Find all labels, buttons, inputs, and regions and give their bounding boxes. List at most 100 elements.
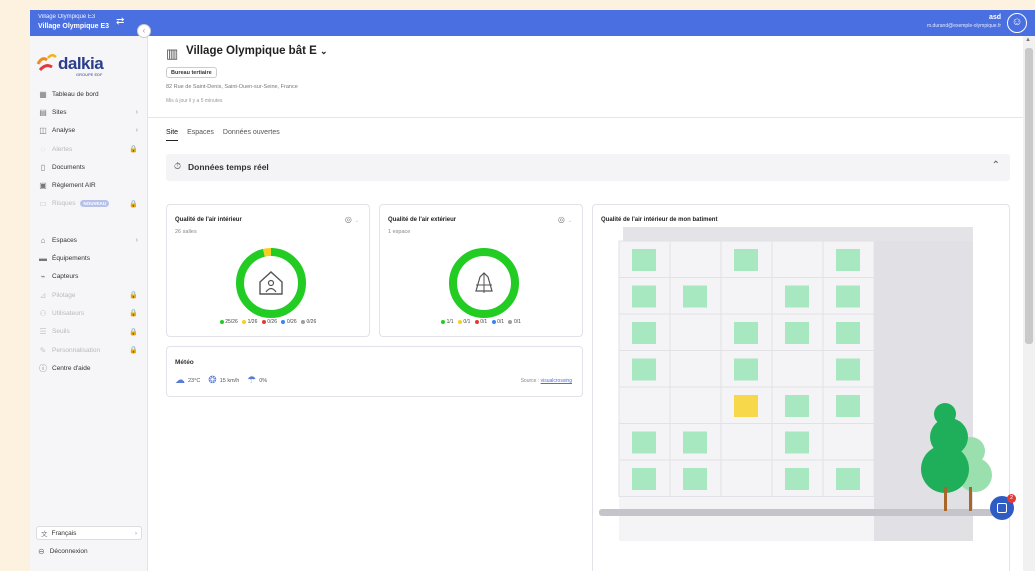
- rain-icon: ☂: [247, 375, 257, 386]
- language-selector[interactable]: 文 Français ›: [36, 526, 142, 540]
- sidebar-item-dashboard[interactable]: ▦ Tableau de bord: [34, 85, 142, 103]
- logout-button[interactable]: ⊖ Déconnexion: [36, 547, 142, 556]
- meteo-temp: 23°C: [188, 377, 201, 384]
- sidebar-item-utilisateurs: ⚇ Utilisateurs 🔒: [34, 304, 142, 322]
- help-icon: ⓘ: [39, 363, 47, 373]
- app-window: Village Olympique E3 Village Olympique E…: [30, 10, 1035, 571]
- window-good: [836, 322, 860, 344]
- legend-good: 1/1: [441, 319, 454, 325]
- chevron-right-icon: ›: [135, 127, 138, 135]
- person-head-icon: [267, 279, 275, 287]
- legend-bad: 0/26: [261, 319, 277, 325]
- sidebar-item-alertes: ◌ Alertes 🔒: [34, 140, 142, 158]
- sidebar-item-centre-aide[interactable]: ⓘ Centre d'aide: [34, 359, 142, 377]
- window-good: [836, 358, 860, 381]
- sidebar-item-label: Équipements: [52, 255, 90, 263]
- bell-icon: ◌: [40, 144, 46, 154]
- indoor-air-actions[interactable]: ◎ ⌄: [345, 215, 359, 224]
- ground-line: [599, 509, 997, 516]
- sidebar-item-label: Personnalisation: [52, 346, 101, 354]
- site-selector-line1[interactable]: Village Olympique E3: [38, 14, 95, 20]
- page-title[interactable]: Village Olympique bât E ⌄: [186, 45, 328, 57]
- window-good: [785, 285, 809, 308]
- chevron-down-icon: ⌄: [567, 218, 572, 224]
- dashboard-icon: ▦: [39, 89, 47, 99]
- sidebar-item-personnalisation: ✎ Personnalisation 🔒: [34, 341, 142, 359]
- legend-medium: 1/26: [242, 319, 257, 325]
- window-good: [632, 249, 656, 271]
- spaces-icon: ⌂: [40, 235, 46, 245]
- lock-icon: 🔒: [129, 347, 138, 354]
- chat-button[interactable]: 2: [990, 494, 1016, 520]
- window-good: [734, 249, 758, 271]
- lock-icon: 🔒: [129, 146, 138, 154]
- user-info[interactable]: asd m.durand@exemple-olympique.fr: [927, 14, 1001, 29]
- chat-notification-badge: 2: [1007, 494, 1016, 503]
- tab-espaces[interactable]: Espaces: [187, 129, 214, 141]
- collapse-sidebar-button[interactable]: ‹: [137, 24, 151, 38]
- sidebar-item-equipements[interactable]: ▬ Équipements: [34, 249, 142, 267]
- tab-site[interactable]: Site: [166, 129, 179, 141]
- indoor-air-legend: 25/26 1/26 0/26 0/26 0/26: [167, 319, 369, 325]
- sidebar-item-documents[interactable]: ▯ Documents: [34, 158, 142, 176]
- gauge-icon: ◎: [557, 215, 565, 224]
- legend-good: 25/26: [219, 319, 238, 325]
- stopwatch-icon: ⏱: [174, 161, 182, 171]
- sidebar-item-label: Utilisateurs: [52, 309, 85, 317]
- sidebar-item-analyse[interactable]: ◫ Analyse ›: [34, 122, 142, 140]
- legend-none: 0/26: [301, 319, 316, 325]
- threshold-icon: ☰: [39, 327, 47, 337]
- chevron-up-icon: ⌃: [991, 160, 1000, 171]
- sidebar-item-label: Espaces: [52, 236, 77, 244]
- lock-icon: 🔒: [129, 200, 138, 208]
- tree-front-trunk: [944, 487, 947, 511]
- divider: [148, 117, 1023, 118]
- outdoor-air-card: Qualité de l'air extérieur 1 espace ◎ ⌄ 1…: [379, 204, 583, 337]
- building-address: 82 Rue de Saint-Denis, Saint-Ouen-sur-Se…: [166, 84, 298, 90]
- monitor-icon: ▭: [39, 199, 47, 209]
- top-bar: Village Olympique E3 Village Olympique E…: [30, 10, 1035, 36]
- users-icon: ⚇: [39, 308, 47, 318]
- translate-icon: 文: [41, 531, 48, 538]
- outdoor-air-legend: 1/1 0/1 0/1 0/1 0/1: [380, 319, 582, 325]
- sidebar-item-label: Documents: [52, 163, 85, 171]
- sidebar-item-espaces[interactable]: ⌂ Espaces ›: [34, 231, 142, 249]
- realtime-label: Données temps réel: [188, 162, 269, 172]
- meteo-title: Météo: [175, 359, 194, 366]
- sensor-icon: ⌁: [40, 272, 46, 282]
- scrollbar[interactable]: ▲: [1023, 36, 1035, 571]
- user-avatar-icon[interactable]: ☺: [1007, 13, 1027, 33]
- sidebar-item-sites[interactable]: ▤ Sites ›: [34, 103, 142, 121]
- sidebar-item-label: Sites: [52, 108, 67, 116]
- site-selector-line2[interactable]: Village Olympique E3: [38, 23, 109, 30]
- customize-icon: ✎: [39, 345, 47, 355]
- tab-donnees-ouvertes[interactable]: Données ouvertes: [223, 129, 280, 141]
- scroll-up-icon[interactable]: ▲: [1025, 37, 1031, 43]
- sidebar-item-reglement-air[interactable]: ▣ Règlement AIR: [34, 176, 142, 194]
- logout-label: Déconnexion: [49, 548, 88, 555]
- analytics-icon: ◫: [39, 126, 47, 136]
- legend-info: 0/1: [491, 319, 504, 325]
- outdoor-air-subtitle: 1 espace: [388, 229, 411, 235]
- legend-none: 0/1: [508, 319, 521, 325]
- sidebar-item-label: Centre d'aide: [52, 364, 91, 372]
- window-good: [632, 285, 656, 308]
- nav-separator: [34, 213, 142, 231]
- indoor-air-card: Qualité de l'air intérieur 26 salles ◎ ⌄ …: [166, 204, 370, 337]
- building-illustration: [599, 227, 997, 541]
- tabs: Site Espaces Données ouvertes: [166, 129, 280, 141]
- gauge-icon: ◎: [344, 215, 352, 224]
- realtime-section-header[interactable]: ⏱ Données temps réel ⌃: [166, 154, 1010, 181]
- donut-segment-green: [236, 248, 306, 318]
- window-good: [785, 431, 809, 454]
- outdoor-air-donut: [449, 248, 519, 318]
- switch-site-icon[interactable]: ⇄: [116, 16, 124, 27]
- meteo-source-link[interactable]: visualcrossing: [541, 378, 572, 384]
- last-updated: Mis à jour il y a 5 minutes: [166, 98, 223, 104]
- scrollbar-thumb[interactable]: [1025, 48, 1033, 344]
- logout-icon: ⊖: [38, 547, 45, 556]
- outdoor-air-actions[interactable]: ◎ ⌄: [558, 215, 572, 224]
- home-icon: [259, 271, 283, 295]
- sidebar-item-capteurs[interactable]: ⌁ Capteurs: [34, 268, 142, 286]
- window-good: [836, 249, 860, 271]
